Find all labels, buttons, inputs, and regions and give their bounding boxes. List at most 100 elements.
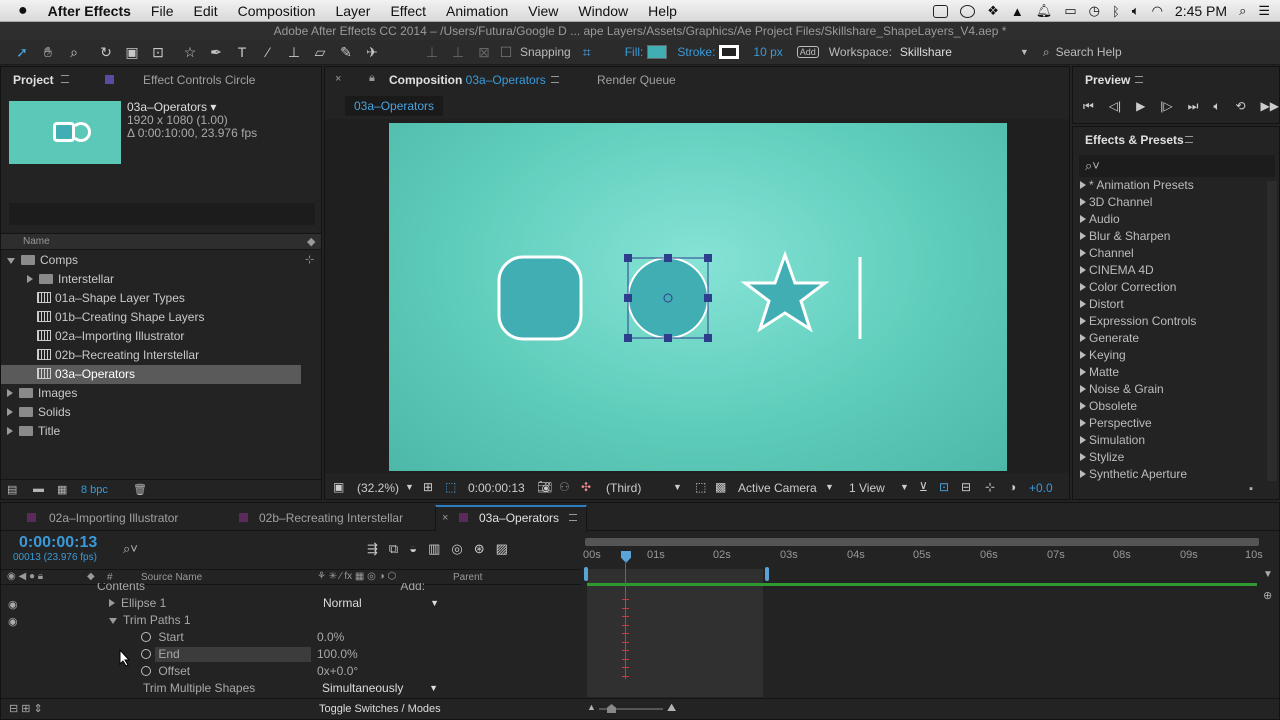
rotate-tool-icon[interactable]: ↻ bbox=[96, 42, 116, 62]
add-icon[interactable]: Add bbox=[796, 46, 819, 58]
start-row[interactable]: Start bbox=[141, 629, 184, 646]
visibility-eye-icon[interactable]: ◉ bbox=[8, 615, 18, 628]
interpret-footage-icon[interactable]: ▤ bbox=[7, 483, 17, 496]
project-menu-icon[interactable] bbox=[61, 75, 69, 83]
trim-dropdown-icon[interactable]: ▼ bbox=[429, 680, 438, 697]
name-column-header[interactable]: Name ◆ bbox=[1, 233, 321, 250]
menu-animation[interactable]: Animation bbox=[446, 3, 508, 19]
menu-view[interactable]: View bbox=[528, 3, 558, 19]
snapping-checkbox[interactable]: ☐ bbox=[496, 42, 516, 62]
tab-effect-controls[interactable]: Effect Controls Circle bbox=[143, 69, 255, 91]
last-frame-icon[interactable]: ⏭ bbox=[1188, 99, 1199, 114]
frame-blending-icon[interactable]: ▥ bbox=[428, 541, 440, 557]
zoom-select[interactable]: (32.2%) bbox=[357, 481, 399, 495]
source-name-header[interactable]: Source Name bbox=[141, 572, 202, 583]
ellipse-row[interactable]: Ellipse 1 bbox=[109, 595, 166, 612]
brush-tool-icon[interactable]: ⁄ bbox=[258, 42, 278, 62]
stroke-label[interactable]: Stroke: bbox=[677, 45, 715, 59]
work-area-bar[interactable] bbox=[585, 538, 1259, 546]
expand-arrow-icon[interactable] bbox=[1080, 385, 1086, 393]
snap-options-icon[interactable]: ⌗ bbox=[577, 42, 597, 62]
show-snapshot-icon[interactable]: ⚇ bbox=[559, 480, 570, 494]
camera-select[interactable]: Active Camera bbox=[738, 481, 817, 495]
comp-breadcrumb[interactable]: 03a–Operators bbox=[345, 96, 444, 116]
tree-item-interstellar[interactable]: Interstellar bbox=[1, 270, 301, 289]
tree-item-comp[interactable]: 01b–Creating Shape Layers bbox=[1, 308, 301, 327]
work-area-end[interactable] bbox=[765, 567, 769, 581]
axis-view-icon[interactable]: ⊠ bbox=[474, 42, 494, 62]
tree-item-comp-selected[interactable]: 03a–Operators bbox=[1, 365, 301, 384]
effects-item[interactable]: Synthetic Aperture bbox=[1080, 466, 1187, 483]
expand-arrow-icon[interactable] bbox=[1080, 368, 1086, 376]
lock-icon[interactable]: 🔒︎ bbox=[369, 72, 375, 85]
contents-row[interactable]: Contents Add: bbox=[97, 583, 425, 593]
time-machine-icon[interactable]: ◷ bbox=[1089, 3, 1100, 19]
zoom-dropdown-icon[interactable]: ▼ bbox=[405, 482, 414, 492]
camera-tool-icon[interactable]: ▣ bbox=[122, 42, 142, 62]
shy-layers-icon[interactable]: ◒ bbox=[409, 541, 417, 557]
mute-audio-icon[interactable]: 🔈︎ bbox=[1213, 99, 1220, 114]
zoom-slider-thumb[interactable] bbox=[607, 704, 616, 713]
star-tool-icon[interactable]: ☆ bbox=[180, 42, 200, 62]
stopwatch-icon[interactable] bbox=[141, 649, 151, 659]
layer-switches-icon[interactable]: ⊟ ⊞ ⇕ bbox=[9, 702, 43, 715]
viewer-area[interactable] bbox=[325, 119, 1069, 473]
add-menu[interactable]: Add: bbox=[400, 583, 425, 593]
timeline-timecode[interactable]: 0:00:00:13 bbox=[19, 534, 97, 552]
mask-visibility-icon[interactable]: ⬚ bbox=[445, 480, 456, 494]
hand-tool-icon[interactable]: ✋︎ bbox=[38, 42, 58, 62]
timeline-tab-02a[interactable]: 02a–Importing Illustrator bbox=[49, 507, 178, 529]
composition-menu-icon[interactable] bbox=[551, 76, 559, 83]
effects-item[interactable]: Blur & Sharpen bbox=[1080, 228, 1170, 245]
views-dropdown-icon[interactable]: ▼ bbox=[900, 482, 909, 492]
blend-dropdown-icon[interactable]: ▼ bbox=[430, 595, 439, 612]
always-preview-icon[interactable]: ▣ bbox=[333, 480, 344, 494]
comp-mini-flowchart-icon[interactable]: ⇶ bbox=[367, 541, 378, 557]
menu-file[interactable]: File bbox=[151, 3, 174, 19]
stroke-width-value[interactable]: 10 px bbox=[753, 45, 782, 59]
new-preset-icon[interactable]: ▪ bbox=[1249, 483, 1253, 495]
tree-item-comps[interactable]: Comps bbox=[1, 251, 301, 270]
effects-search-field[interactable]: ⌕˅ bbox=[1079, 155, 1275, 177]
menu-layer[interactable]: Layer bbox=[335, 3, 370, 19]
zoom-slider[interactable] bbox=[599, 704, 663, 713]
spotlight-icon[interactable]: ⌕ bbox=[1239, 3, 1246, 19]
tree-item-title[interactable]: Title bbox=[1, 422, 301, 441]
layer-duration-bar[interactable] bbox=[587, 583, 1257, 586]
start-value[interactable]: 0.0% bbox=[317, 629, 344, 646]
drive-icon[interactable]: ▲ bbox=[1011, 4, 1024, 19]
bluetooth-icon[interactable]: ᛒ bbox=[1112, 4, 1120, 19]
tree-item-comp[interactable]: 02a–Importing Illustrator bbox=[1, 327, 301, 346]
search-help-input[interactable]: Search Help bbox=[1056, 45, 1122, 59]
new-folder-icon[interactable]: ▬ bbox=[33, 483, 44, 495]
exposure-value[interactable]: +0.0 bbox=[1029, 481, 1053, 495]
transparency-grid-icon[interactable]: ▩ bbox=[715, 480, 726, 494]
effects-item[interactable]: Obsolete bbox=[1080, 398, 1137, 415]
effects-item[interactable]: Perspective bbox=[1080, 415, 1152, 432]
clock[interactable]: 2:45 PM bbox=[1175, 3, 1227, 19]
end-row[interactable]: End bbox=[141, 646, 180, 663]
trash-icon[interactable]: 🗑︎ bbox=[133, 483, 147, 496]
dropbox-icon[interactable]: ❖ bbox=[987, 3, 999, 19]
creative-cloud-icon[interactable] bbox=[960, 4, 976, 18]
expand-arrow-icon[interactable] bbox=[7, 408, 13, 416]
expand-arrow-icon[interactable] bbox=[1080, 402, 1086, 410]
graph-editor-icon[interactable]: ▨ bbox=[496, 541, 508, 557]
expand-arrow-icon[interactable] bbox=[1080, 283, 1086, 291]
trim-paths-row[interactable]: Trim Paths 1 bbox=[109, 612, 191, 629]
effects-menu-icon[interactable] bbox=[1185, 136, 1193, 143]
expand-arrow-icon[interactable] bbox=[7, 389, 13, 397]
expand-arrow-icon[interactable] bbox=[1080, 249, 1086, 257]
effects-item[interactable]: CINEMA 4D bbox=[1080, 262, 1154, 279]
timeline-tab-03a[interactable]: 03a–Operators bbox=[479, 507, 559, 529]
tab-composition[interactable]: Composition 03a–Operators bbox=[389, 69, 546, 91]
tab-effects-presets[interactable]: Effects & Presets bbox=[1085, 129, 1184, 151]
layer-number-header[interactable]: # bbox=[107, 572, 113, 583]
trim-multiple-select[interactable]: Simultaneously ▼ bbox=[322, 680, 440, 697]
expand-arrow-icon[interactable] bbox=[1080, 198, 1086, 206]
draft-3d-icon[interactable]: ⧉ bbox=[389, 541, 398, 557]
flowchart-icon[interactable]: ⊹ bbox=[305, 253, 314, 266]
pen-tool-icon[interactable]: ✒ bbox=[206, 42, 226, 62]
menu-composition[interactable]: Composition bbox=[238, 3, 316, 19]
offset-value[interactable]: 0x+0.0° bbox=[317, 663, 358, 680]
